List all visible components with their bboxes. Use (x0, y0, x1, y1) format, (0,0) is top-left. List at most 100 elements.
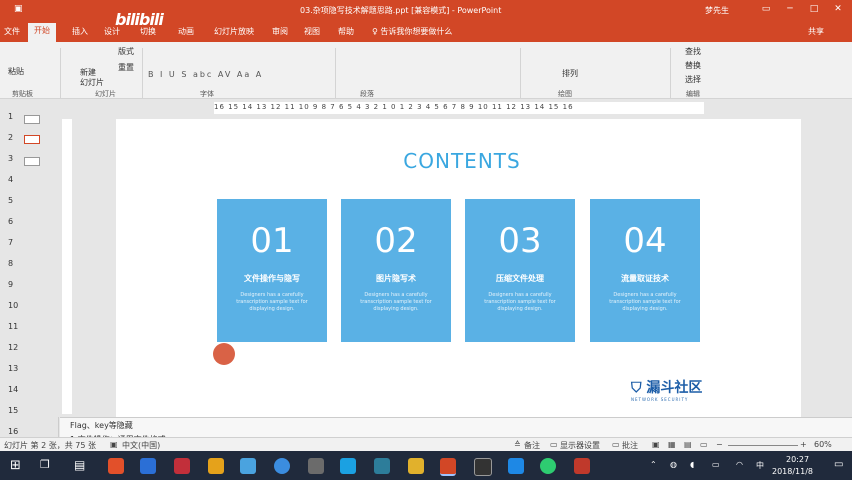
zoom-slider[interactable] (728, 445, 798, 446)
ime-indicator[interactable]: 中 (756, 460, 764, 471)
content-card-4[interactable]: 04 流量取证技术 Designers has a carefully tran… (590, 199, 700, 342)
font-style-buttons[interactable]: B I U S abc AV Aa A (148, 70, 263, 79)
share-button[interactable]: 共享 (808, 26, 824, 37)
slide-number[interactable]: 2 (8, 133, 13, 142)
slide-sorter-icon[interactable]: ▦ (668, 440, 676, 449)
layout-button[interactable]: 版式 (118, 46, 134, 57)
comments-icon[interactable]: ▭ (612, 440, 620, 449)
tab-help[interactable]: 帮助 (338, 26, 354, 37)
slide-canvas[interactable]: CONTENTS 01 文件操作与隐写 Designers has a care… (116, 119, 801, 424)
app-icon[interactable] (174, 458, 190, 474)
network-icon[interactable]: ◍ (670, 460, 677, 469)
slide-number[interactable]: 12 (8, 343, 18, 352)
comments-button[interactable]: 批注 (622, 440, 638, 451)
slide-number[interactable]: 15 (8, 406, 18, 415)
app-icon[interactable] (240, 458, 256, 474)
slideshow-icon[interactable]: ▭ (700, 440, 708, 449)
slide-number[interactable]: 5 (8, 196, 13, 205)
app-icon[interactable] (108, 458, 124, 474)
select-button[interactable]: 选择 (685, 74, 701, 85)
task-view-icon[interactable]: ❐ (40, 458, 50, 471)
slide-title[interactable]: CONTENTS (402, 149, 522, 173)
file-tab[interactable]: 文件 (4, 26, 20, 37)
clock-time[interactable]: 20:27 (786, 455, 809, 464)
app-icon[interactable] (574, 458, 590, 474)
save-icon[interactable]: ▣ (14, 4, 23, 14)
slide-number[interactable]: 3 (8, 154, 13, 163)
card-label: 文件操作与隐写 (244, 274, 300, 283)
app-icon[interactable] (140, 458, 156, 474)
reading-view-icon[interactable]: ▤ (684, 440, 692, 449)
notes-toggle-icon[interactable]: ≙ (514, 440, 521, 449)
file-explorer-icon[interactable]: ▤ (74, 458, 85, 472)
slide-thumbnail[interactable] (24, 157, 40, 166)
logo-subtitle: NETWORK SECURITY (631, 397, 689, 402)
minimize-icon[interactable]: ─ (784, 4, 796, 16)
find-button[interactable]: 查找 (685, 46, 701, 57)
slide-number[interactable]: 11 (8, 322, 18, 331)
user-name[interactable]: 梦先生 (705, 5, 729, 16)
app-icon[interactable] (374, 458, 390, 474)
app-icon[interactable] (408, 458, 424, 474)
slide-number[interactable]: 1 (8, 112, 13, 121)
display-settings-button[interactable]: 显示器设置 (560, 440, 600, 451)
close-icon[interactable]: ✕ (832, 4, 844, 16)
slide-number[interactable]: 4 (8, 175, 13, 184)
app-icon[interactable] (274, 458, 290, 474)
battery-icon[interactable]: ▭ (712, 460, 720, 469)
normal-view-icon[interactable]: ▣ (652, 440, 660, 449)
ruler-numbers: 16 15 14 13 12 11 10 9 8 7 6 5 4 3 2 1 0… (214, 103, 574, 111)
zoom-level[interactable]: 60% (814, 440, 832, 449)
card-description: Designers has a carefully transcription … (236, 292, 308, 312)
windows-start-icon[interactable]: ⊞ (10, 458, 21, 473)
display-icon[interactable]: ▭ (550, 440, 558, 449)
slide-number[interactable]: 8 (8, 259, 13, 268)
slide-number[interactable]: 9 (8, 280, 13, 289)
wifi-icon[interactable]: ◠ (736, 460, 743, 469)
slide-number[interactable]: 10 (8, 301, 18, 310)
slide-number[interactable]: 16 (8, 427, 18, 436)
divider (520, 48, 521, 98)
zoom-in-icon[interactable]: + (800, 440, 807, 449)
notes-line[interactable]: Flag、key等隐藏 (70, 420, 133, 431)
notes-toggle-button[interactable]: 备注 (524, 440, 540, 451)
content-card-2[interactable]: 02 图片隐写术 Designers has a carefully trans… (341, 199, 451, 342)
volume-icon[interactable]: ◖ (690, 460, 694, 469)
slide-number[interactable]: 6 (8, 217, 13, 226)
tell-me-search[interactable]: ♀ 告诉我你想要做什么 (372, 26, 452, 37)
app-icon[interactable] (308, 458, 324, 474)
new-slide-button[interactable]: 新建 幻灯片 (80, 68, 104, 88)
maximize-icon[interactable]: □ (808, 4, 820, 16)
slide-number[interactable]: 13 (8, 364, 18, 373)
app-icon[interactable] (208, 458, 224, 474)
language-indicator[interactable]: 中文(中国) (122, 440, 160, 451)
clock-date[interactable]: 2018/11/8 (772, 467, 813, 476)
content-card-1[interactable]: 01 文件操作与隐写 Designers has a carefully tra… (217, 199, 327, 342)
tab-slideshow[interactable]: 幻灯片放映 (214, 26, 254, 37)
tab-review[interactable]: 审阅 (272, 26, 288, 37)
replace-button[interactable]: 替换 (685, 60, 701, 71)
slide-thumbnail-pane[interactable]: 1 2 3 4 5 6 7 8 9 10 11 12 13 14 15 16 (0, 99, 59, 444)
tab-home[interactable]: 开始 (28, 23, 56, 42)
app-icon[interactable] (540, 458, 556, 474)
paste-button[interactable]: 粘贴 (8, 66, 24, 77)
spellcheck-icon[interactable]: ▣ (110, 440, 118, 449)
app-icon[interactable] (508, 458, 524, 474)
content-card-3[interactable]: 03 压缩文件处理 Designers has a carefully tran… (465, 199, 575, 342)
arrange-button[interactable]: 排列 (562, 68, 578, 79)
tray-chevron-icon[interactable]: ⌃ (650, 460, 657, 469)
notification-icon[interactable]: ▭ (834, 459, 843, 470)
ribbon-options-icon[interactable]: ▭ (760, 4, 772, 16)
slide-thumbnail-selected[interactable] (24, 135, 40, 144)
reset-button[interactable]: 重置 (118, 62, 134, 73)
app-icon[interactable] (474, 458, 492, 476)
slide-thumbnail[interactable] (24, 115, 40, 124)
zoom-out-icon[interactable]: − (716, 440, 723, 449)
app-icon[interactable] (340, 458, 356, 474)
powerpoint-taskbar-icon[interactable] (440, 458, 456, 476)
tab-animations[interactable]: 动画 (178, 26, 194, 37)
slide-number[interactable]: 7 (8, 238, 13, 247)
tab-view[interactable]: 视图 (304, 26, 320, 37)
slide-number[interactable]: 14 (8, 385, 18, 394)
tab-insert[interactable]: 插入 (72, 26, 88, 37)
